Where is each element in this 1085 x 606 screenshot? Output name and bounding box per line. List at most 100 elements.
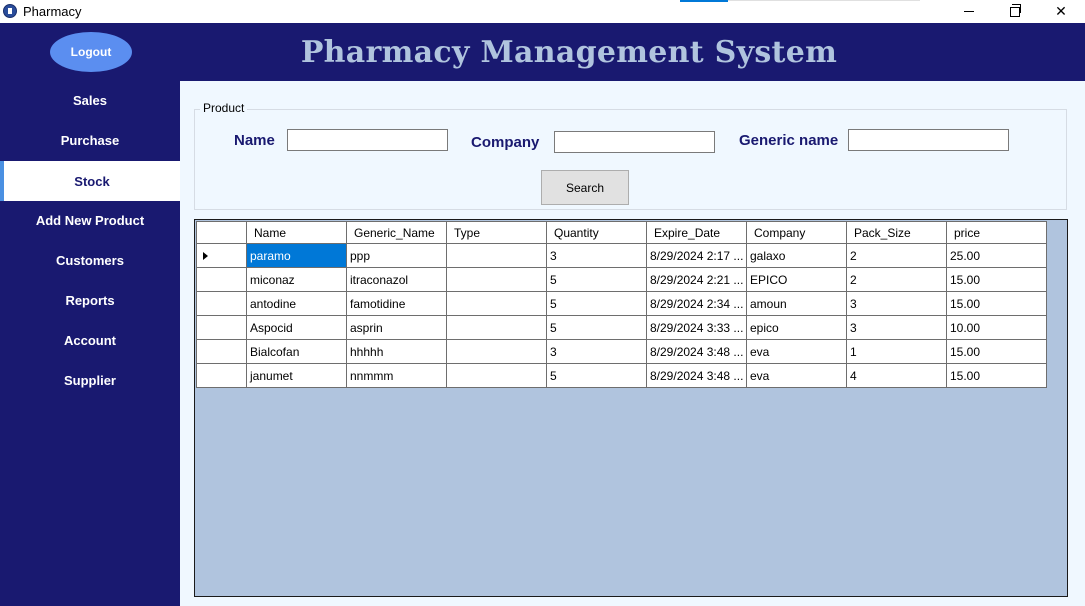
cell-expire-date[interactable]: 8/29/2024 3:48 ... [646, 363, 747, 388]
generic-name-input[interactable] [848, 129, 1009, 151]
cell-quantity[interactable]: 5 [546, 267, 647, 292]
cell-name[interactable]: janumet [246, 363, 347, 388]
cell-company[interactable]: galaxo [746, 243, 847, 268]
minimize-icon [964, 11, 974, 12]
column-header-company[interactable]: Company [746, 221, 847, 244]
cell-company[interactable]: eva [746, 339, 847, 364]
cell-type[interactable] [446, 267, 547, 292]
sidebar-item-customers[interactable]: Customers [0, 240, 180, 280]
titlebar-divider [728, 0, 920, 1]
cell-pack-size[interactable]: 2 [846, 243, 947, 268]
maximize-button[interactable] [992, 0, 1038, 23]
sidebar-item-add-new-product[interactable]: Add New Product [0, 200, 180, 240]
column-header-generic-name[interactable]: Generic_Name [346, 221, 447, 244]
header-banner: Pharmacy Management System [180, 23, 1085, 81]
cell-type[interactable] [446, 339, 547, 364]
table-row[interactable]: janumet nnmmm 5 8/29/2024 3:48 ... eva 4 15.00 [196, 363, 1047, 388]
cell-price[interactable]: 15.00 [946, 363, 1047, 388]
table-row[interactable]: Aspocid asprin 5 8/29/2024 3:33 ... epico 3 10… [196, 315, 1047, 340]
table-header-row: Name Generic_Name Type Quantity Expire_D… [196, 221, 1047, 244]
cell-generic-name[interactable]: asprin [346, 315, 447, 340]
sidebar-item-supplier[interactable]: Supplier [0, 360, 180, 400]
cell-name[interactable]: paramo [246, 243, 347, 268]
cell-company[interactable]: amoun [746, 291, 847, 316]
name-label: Name [234, 132, 275, 149]
table-row[interactable]: miconaz itraconazol 5 8/29/2024 2:21 ... EPI… [196, 267, 1047, 292]
cell-quantity[interactable]: 5 [546, 315, 647, 340]
cell-quantity[interactable]: 5 [546, 291, 647, 316]
cell-generic-name[interactable]: hhhhh [346, 339, 447, 364]
cell-type[interactable] [446, 315, 547, 340]
sidebar-item-reports[interactable]: Reports [0, 280, 180, 320]
cell-quantity[interactable]: 5 [546, 363, 647, 388]
cell-company[interactable]: eva [746, 363, 847, 388]
cell-pack-size[interactable]: 2 [846, 267, 947, 292]
cell-type[interactable] [446, 243, 547, 268]
column-header-expire-date[interactable]: Expire_Date [646, 221, 747, 244]
row-header[interactable] [196, 339, 247, 364]
page-title: Pharmacy Management System [300, 34, 838, 70]
cell-name[interactable]: Bialcofan [246, 339, 347, 364]
current-row-arrow-icon [203, 251, 208, 260]
titlebar-accent [680, 0, 728, 2]
product-group-title: Product [200, 101, 248, 115]
cell-generic-name[interactable]: itraconazol [346, 267, 447, 292]
row-header[interactable] [196, 291, 247, 316]
cell-price[interactable]: 25.00 [946, 243, 1047, 268]
cell-pack-size[interactable]: 1 [846, 339, 947, 364]
cell-name[interactable]: miconaz [246, 267, 347, 292]
column-header-pack-size[interactable]: Pack_Size [846, 221, 947, 244]
name-input[interactable] [287, 129, 448, 151]
cell-pack-size[interactable]: 3 [846, 291, 947, 316]
column-header-price[interactable]: price [946, 221, 1047, 244]
cell-pack-size[interactable]: 4 [846, 363, 947, 388]
row-header[interactable] [196, 267, 247, 292]
cell-quantity[interactable]: 3 [546, 339, 647, 364]
sidebar-item-stock[interactable]: Stock [4, 161, 180, 201]
cell-price[interactable]: 15.00 [946, 267, 1047, 292]
cell-generic-name[interactable]: nnmmm [346, 363, 447, 388]
cell-expire-date[interactable]: 8/29/2024 2:17 ... [646, 243, 747, 268]
table-row[interactable]: paramo ppp 3 8/29/2024 2:17 ... galaxo 2 25.00 [196, 243, 1047, 268]
product-search-group [194, 109, 1067, 210]
row-header[interactable] [196, 363, 247, 388]
cell-generic-name[interactable]: ppp [346, 243, 447, 268]
cell-price[interactable]: 15.00 [946, 291, 1047, 316]
main-panel: Product Name Company Generic name Search… [180, 81, 1085, 606]
logout-button[interactable]: Logout [50, 32, 132, 72]
cell-expire-date[interactable]: 8/29/2024 3:33 ... [646, 315, 747, 340]
app-icon [3, 4, 17, 18]
row-header[interactable] [196, 243, 247, 268]
cell-company[interactable]: epico [746, 315, 847, 340]
cell-price[interactable]: 10.00 [946, 315, 1047, 340]
cell-expire-date[interactable]: 8/29/2024 2:21 ... [646, 267, 747, 292]
column-header-type[interactable]: Type [446, 221, 547, 244]
cell-name[interactable]: antodine [246, 291, 347, 316]
sidebar-item-account[interactable]: Account [0, 320, 180, 360]
sidebar-item-sales[interactable]: Sales [0, 80, 180, 120]
sidebar-item-purchase[interactable]: Purchase [0, 120, 180, 160]
company-input[interactable] [554, 131, 715, 153]
cell-name[interactable]: Aspocid [246, 315, 347, 340]
cell-pack-size[interactable]: 3 [846, 315, 947, 340]
cell-expire-date[interactable]: 8/29/2024 2:34 ... [646, 291, 747, 316]
close-button[interactable]: ✕ [1038, 0, 1084, 23]
cell-expire-date[interactable]: 8/29/2024 3:48 ... [646, 339, 747, 364]
table-row[interactable]: antodine famotidine 5 8/29/2024 2:34 ... amo… [196, 291, 1047, 316]
row-header-corner [196, 221, 247, 244]
cell-type[interactable] [446, 291, 547, 316]
cell-quantity[interactable]: 3 [546, 243, 647, 268]
cell-generic-name[interactable]: famotidine [346, 291, 447, 316]
cell-type[interactable] [446, 363, 547, 388]
minimize-button[interactable] [946, 0, 992, 23]
search-button[interactable]: Search [541, 170, 629, 205]
stock-grid[interactable]: Name Generic_Name Type Quantity Expire_D… [194, 219, 1068, 597]
cell-price[interactable]: 15.00 [946, 339, 1047, 364]
window-titlebar: Pharmacy ✕ [0, 0, 1085, 23]
cell-company[interactable]: EPICO [746, 267, 847, 292]
column-header-quantity[interactable]: Quantity [546, 221, 647, 244]
row-header[interactable] [196, 315, 247, 340]
close-icon: ✕ [1055, 3, 1067, 19]
table-row[interactable]: Bialcofan hhhhh 3 8/29/2024 3:48 ... eva 1 15.… [196, 339, 1047, 364]
column-header-name[interactable]: Name [246, 221, 347, 244]
